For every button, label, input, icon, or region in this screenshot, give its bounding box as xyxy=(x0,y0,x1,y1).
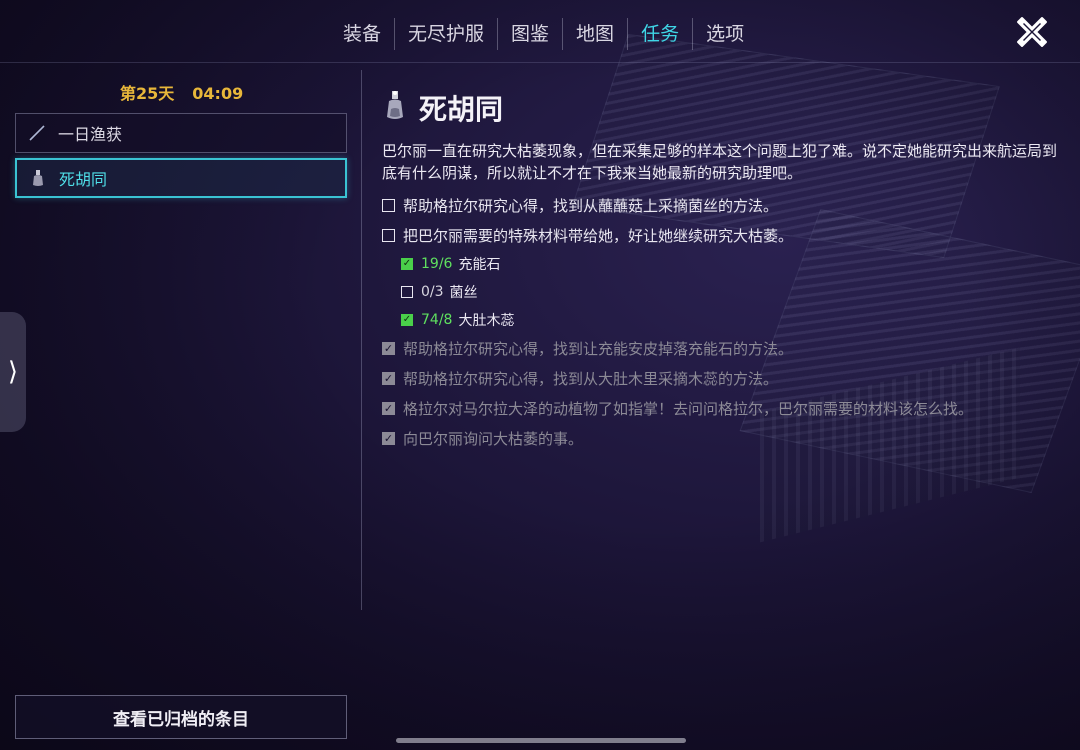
fishing-rod-icon xyxy=(24,120,50,146)
top-nav: 装备 无尽护服 图鉴 地图 任务 选项 xyxy=(330,14,757,54)
checkbox-empty-icon xyxy=(401,286,413,298)
objective-text: 把巴尔丽需要的特殊材料带给她，好让她继续研究大枯萎。 xyxy=(403,227,794,245)
quest-description: 巴尔丽一直在研究大枯萎现象，但在采集足够的样本这个问题上犯了难。说不定她能研究出… xyxy=(382,142,1058,182)
objective-text: 帮助格拉尔研究心得，找到从大肚木里采摘木蕊的方法。 xyxy=(403,370,779,388)
close-button[interactable] xyxy=(1012,12,1052,52)
tab-codex[interactable]: 图鉴 xyxy=(497,18,562,50)
material-name: 大肚木蕊 xyxy=(458,313,515,329)
material-name: 菌丝 xyxy=(449,285,478,301)
side-panel-toggle[interactable]: ⟩ xyxy=(0,312,26,432)
close-x-icon xyxy=(1017,17,1047,47)
material-item: ✓ 74/8 大肚木蕊 xyxy=(401,310,514,330)
tab-equipment[interactable]: 装备 xyxy=(330,18,394,50)
material-item: 0/3 菌丝 xyxy=(401,282,478,302)
tab-quests[interactable]: 任务 xyxy=(627,18,692,50)
day-time-display: 第25天 04:09 xyxy=(120,80,243,104)
quest-title: 死胡同 xyxy=(419,93,504,126)
objective-text: 向巴尔丽询问大枯萎的事。 xyxy=(403,430,584,448)
quest-list-label: 一日渔获 xyxy=(58,125,123,144)
clock-time: 04:09 xyxy=(192,84,244,103)
header-divider xyxy=(0,62,1080,63)
panel-divider xyxy=(361,70,362,610)
material-count: 74/8 xyxy=(421,312,453,328)
quest-detail-header: 死胡同 xyxy=(383,88,503,128)
quest-list-item-dead-end[interactable]: 死胡同 xyxy=(15,158,347,198)
quest-list-item-fishing[interactable]: 一日渔获 xyxy=(15,113,347,153)
tab-options[interactable]: 选项 xyxy=(692,18,757,50)
material-name: 充能石 xyxy=(458,257,501,273)
checkbox-checked-icon: ✓ xyxy=(382,342,395,355)
home-indicator[interactable] xyxy=(396,738,686,743)
material-count: 0/3 xyxy=(421,284,444,300)
objective-text: 帮助格拉尔研究心得，找到从蘸蘸菇上采摘菌丝的方法。 xyxy=(403,197,779,215)
completed-objective: ✓ 格拉尔对马尔拉大泽的动植物了如指掌！去问问格拉尔，巴尔丽需要的材料该怎么找。 xyxy=(382,398,973,419)
checkbox-checked-icon: ✓ xyxy=(401,314,413,326)
completed-objective: ✓ 向巴尔丽询问大枯萎的事。 xyxy=(382,428,583,449)
potion-bottle-icon xyxy=(25,165,51,191)
objective-text: 帮助格拉尔研究心得，找到让充能安皮掉落充能石的方法。 xyxy=(403,340,794,358)
checkbox-empty-icon xyxy=(382,199,395,212)
quest-list-label: 死胡同 xyxy=(59,170,108,189)
day-counter: 第25天 xyxy=(120,84,175,103)
checkbox-checked-icon: ✓ xyxy=(382,432,395,445)
material-count: 19/6 xyxy=(421,256,453,272)
checkbox-empty-icon xyxy=(382,229,395,242)
view-archived-button[interactable]: 查看已归档的条目 xyxy=(15,695,347,739)
tab-map[interactable]: 地图 xyxy=(562,18,627,50)
completed-objective: ✓ 帮助格拉尔研究心得，找到从大肚木里采摘木蕊的方法。 xyxy=(382,368,778,389)
tab-endless-suit[interactable]: 无尽护服 xyxy=(394,18,497,50)
potion-bottle-icon xyxy=(383,89,407,127)
objective-item: 把巴尔丽需要的特殊材料带给她，好让她继续研究大枯萎。 xyxy=(382,225,793,246)
material-item: ✓ 19/6 充能石 xyxy=(401,254,500,274)
objective-item: 帮助格拉尔研究心得，找到从蘸蘸菇上采摘菌丝的方法。 xyxy=(382,195,778,216)
checkbox-checked-icon: ✓ xyxy=(382,402,395,415)
checkbox-checked-icon: ✓ xyxy=(382,372,395,385)
objective-text: 格拉尔对马尔拉大泽的动植物了如指掌！去问问格拉尔，巴尔丽需要的材料该怎么找。 xyxy=(403,400,974,418)
checkbox-checked-icon: ✓ xyxy=(401,258,413,270)
completed-objective: ✓ 帮助格拉尔研究心得，找到让充能安皮掉落充能石的方法。 xyxy=(382,338,793,359)
